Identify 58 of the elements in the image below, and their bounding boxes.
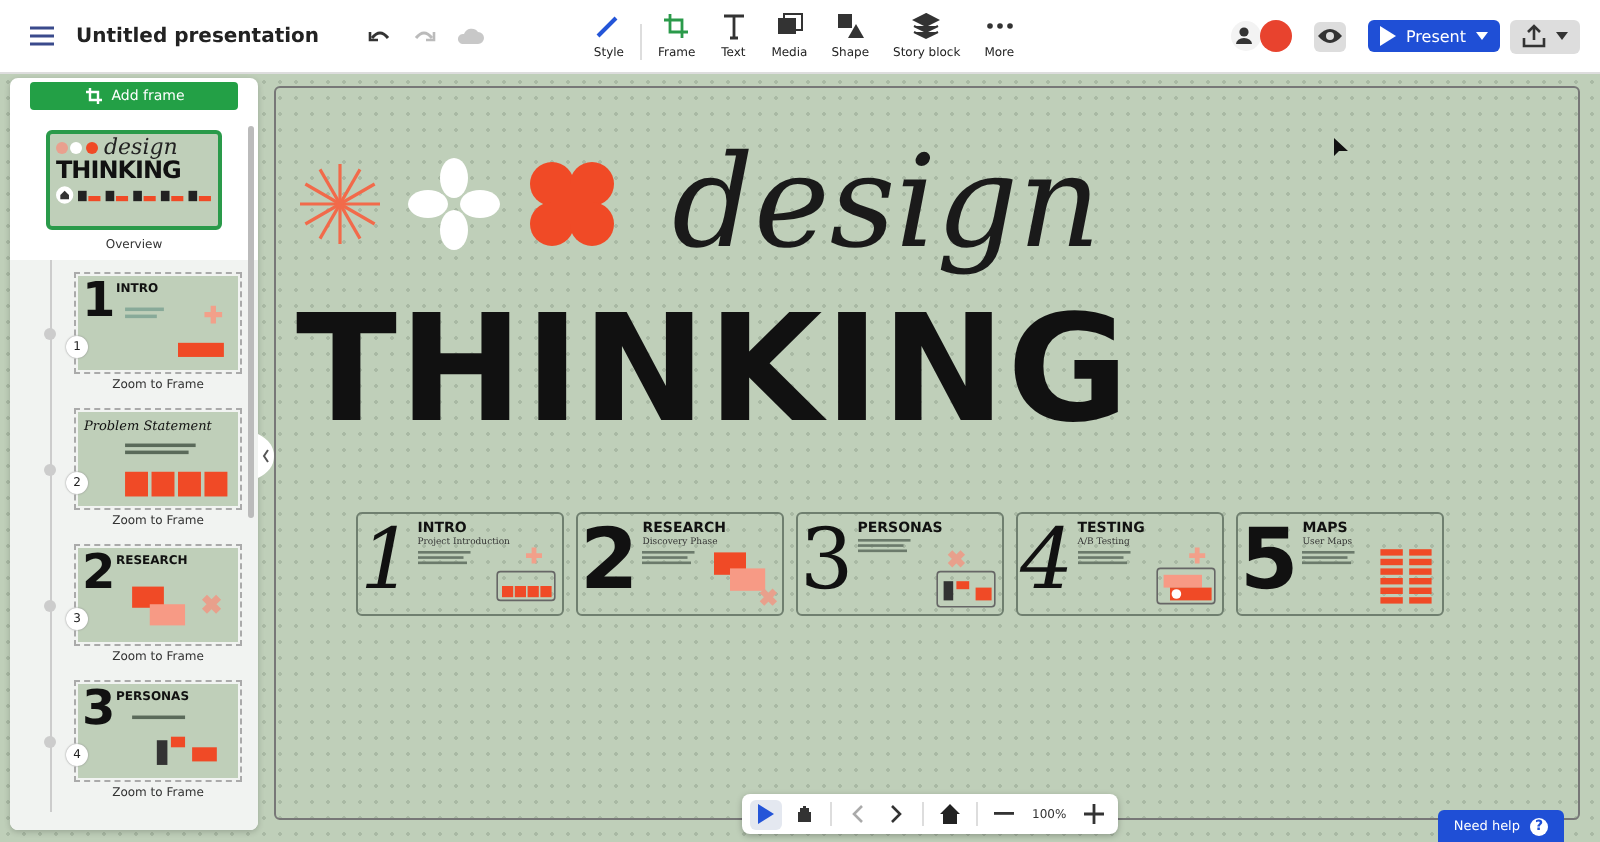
frame-icon	[662, 12, 691, 40]
undo-icon[interactable]	[367, 26, 392, 46]
minus-icon	[994, 812, 1014, 816]
text-icon	[719, 12, 748, 40]
slide-row-drawing	[77, 187, 212, 204]
step-number: 1	[360, 518, 414, 602]
frame-digit: 1	[82, 276, 116, 324]
thumbnail-title: THINKING	[56, 158, 183, 185]
slide-content-drawing	[1154, 546, 1218, 610]
home-icon	[940, 804, 960, 824]
layers-icon	[912, 12, 941, 40]
frame-digit: 2	[82, 548, 116, 596]
frame-digit: 3	[82, 684, 116, 732]
slide-content-drawing	[1374, 546, 1438, 610]
flower-icon	[408, 158, 500, 250]
text-lines-drawing	[417, 550, 474, 566]
menu-icon[interactable]	[28, 24, 56, 48]
text-lines-drawing	[857, 538, 914, 554]
play-icon	[1379, 26, 1396, 46]
caret-icon	[1475, 32, 1488, 40]
avatar-icon[interactable]	[1259, 20, 1292, 52]
starburst-icon	[296, 160, 384, 248]
overview-thumbnail[interactable]: design THINKING	[46, 130, 222, 230]
chevron-left-icon	[852, 804, 864, 824]
media-icon	[775, 12, 804, 40]
step-number: 5	[1240, 518, 1299, 602]
pointer-tool-button[interactable]	[750, 799, 782, 829]
present-button[interactable]: Present	[1367, 20, 1500, 52]
caret-icon	[1555, 32, 1568, 40]
share-button[interactable]	[1509, 19, 1580, 53]
step-number: 3	[800, 518, 854, 602]
plus-icon	[1084, 804, 1105, 824]
thumbnail-title: design	[104, 136, 178, 158]
pointer-icon	[758, 804, 774, 824]
flowers-drawing	[56, 139, 100, 155]
presentation-title[interactable]: Untitled presentation	[76, 25, 320, 47]
upload-icon	[1521, 24, 1546, 48]
add-person-icon[interactable]	[1229, 20, 1262, 52]
collapse-handle-icon[interactable]	[258, 434, 274, 478]
text-lines-drawing	[1302, 550, 1359, 566]
preview-button[interactable]	[1313, 21, 1346, 51]
thinking-title: THINKING	[296, 296, 1133, 444]
eye-icon	[1315, 26, 1344, 46]
step-number: 2	[580, 518, 639, 602]
text-lines-drawing	[1077, 550, 1134, 566]
shapes-icon	[836, 12, 865, 40]
slide-content-drawing	[934, 546, 998, 610]
slide-content-drawing	[714, 546, 778, 610]
slide-content-drawing	[124, 440, 232, 500]
clover-icon	[524, 156, 620, 252]
frame-icon	[83, 86, 104, 106]
home-icon	[56, 186, 74, 205]
pen-icon	[594, 12, 623, 40]
mouse-cursor-icon	[1334, 138, 1348, 158]
step-number: 4	[1020, 518, 1074, 602]
text-lines-drawing	[642, 550, 699, 566]
cloud-icon	[455, 26, 484, 46]
chevron-right-icon	[890, 804, 902, 824]
